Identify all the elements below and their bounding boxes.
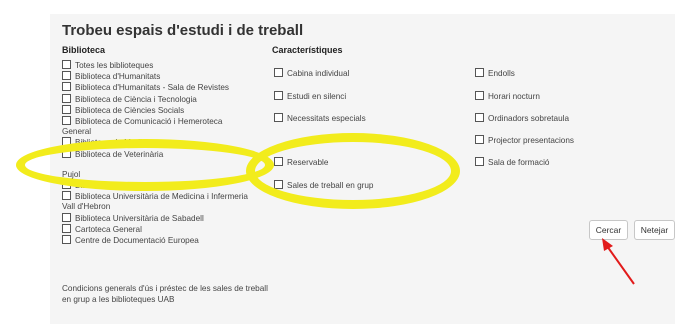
library-option-josep-laporte[interactable]: Biblioteca Josep Laporte	[62, 180, 262, 191]
feature-reservable[interactable]: Reservable	[274, 157, 328, 167]
checkbox[interactable]	[274, 157, 283, 166]
checkbox[interactable]	[62, 191, 71, 201]
checkbox[interactable]	[274, 68, 283, 77]
library-list: Totes les biblioteques Biblioteca d'Huma…	[62, 60, 262, 246]
feature-sales-treball-grup[interactable]: Sales de treball en grup	[274, 180, 373, 190]
feature-horari-nocturn[interactable]: Horari nocturn	[475, 91, 540, 101]
library-option-veterinaria[interactable]: Biblioteca de Veterinària	[62, 148, 262, 160]
library-option-pujol-cont: Pujol	[62, 169, 81, 179]
page-title: Trobeu espais d'estudi i de treball	[62, 22, 304, 39]
checkbox[interactable]	[62, 116, 71, 126]
library-option-vall-hebron-cont: Vall d'Hebron	[62, 202, 111, 212]
library-option-cartoteca[interactable]: Cartoteca General	[62, 223, 262, 235]
library-option-comunicacio[interactable]: Biblioteca de Comunicació i Hemeroteca	[62, 116, 262, 127]
library-option-documentacio-europea[interactable]: Centre de Documentació Europea	[62, 235, 262, 246]
library-option-ciencies-socials[interactable]: Biblioteca de Ciències Socials	[62, 104, 262, 116]
feature-necessitats-especials[interactable]: Necessitats especials	[274, 113, 366, 123]
library-heading: Biblioteca	[62, 45, 106, 55]
feature-ordinadors-sobretaula[interactable]: Ordinadors sobretaula	[475, 113, 569, 123]
checkbox[interactable]	[62, 180, 71, 190]
feature-projector-presentacions[interactable]: Projector presentacions	[475, 135, 574, 145]
checkbox[interactable]	[274, 113, 283, 122]
arrow-icon	[602, 238, 635, 285]
library-option-all[interactable]: Totes les biblioteques	[62, 60, 262, 71]
checkbox[interactable]	[62, 137, 71, 147]
checkbox[interactable]	[475, 135, 484, 144]
feature-endolls[interactable]: Endolls	[475, 68, 515, 78]
checkbox[interactable]	[475, 113, 484, 122]
checkbox[interactable]	[475, 68, 484, 77]
library-option-ciencia-tecnologia[interactable]: Biblioteca de Ciència i Tecnologia	[62, 93, 262, 105]
features-heading: Característiques	[272, 45, 343, 55]
feature-sala-formacio[interactable]: Sala de formació	[475, 157, 549, 167]
checkbox[interactable]	[62, 212, 71, 222]
library-option-medicina[interactable]: Biblioteca de Medicina	[62, 137, 262, 148]
checkbox[interactable]	[62, 93, 71, 103]
checkbox[interactable]	[274, 91, 283, 100]
checkbox[interactable]	[475, 157, 484, 166]
checkbox[interactable]	[62, 104, 71, 114]
library-option-comunicacio-cont: General	[62, 127, 92, 137]
checkbox[interactable]	[62, 82, 71, 92]
checkbox[interactable]	[62, 148, 71, 158]
feature-estudi-silenci[interactable]: Estudi en silenci	[274, 91, 346, 101]
checkbox[interactable]	[62, 71, 71, 81]
library-option-humanitats-revistes[interactable]: Biblioteca d'Humanitats - Sala de Revist…	[62, 82, 262, 93]
checkbox[interactable]	[274, 180, 283, 189]
clear-button[interactable]: Netejar	[634, 220, 675, 240]
checkbox[interactable]	[62, 60, 71, 69]
library-option-sabadell[interactable]: Biblioteca Universitària de Sabadell	[62, 212, 262, 224]
feature-cabina-individual[interactable]: Cabina individual	[274, 68, 349, 78]
checkbox[interactable]	[475, 91, 484, 100]
library-option-hidden	[62, 160, 262, 170]
checkbox[interactable]	[62, 235, 71, 245]
library-option-medicina-infermeria[interactable]: Biblioteca Universitària de Medicina i I…	[62, 191, 262, 202]
usage-conditions-link[interactable]: Condicions generals d'ús i préstec de le…	[62, 283, 272, 305]
library-option-humanitats[interactable]: Biblioteca d'Humanitats	[62, 71, 262, 82]
checkbox[interactable]	[62, 223, 71, 233]
